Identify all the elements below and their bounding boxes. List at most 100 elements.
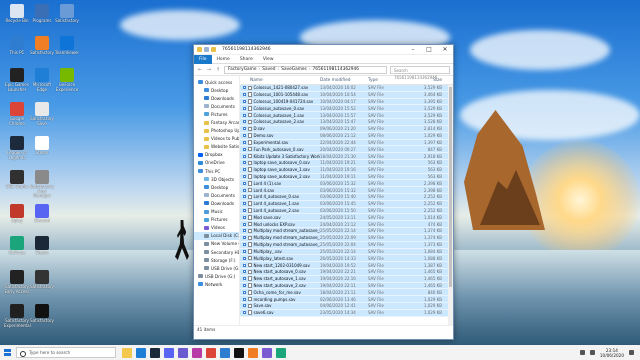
checkbox[interactable] — [243, 106, 246, 110]
breadcrumb-item[interactable]: SaveGames — [281, 67, 307, 72]
sidebar-item[interactable]: Local Disk (C:) — [194, 231, 239, 240]
clock[interactable]: 23:14 10/06/2020 — [600, 348, 624, 358]
desktop-icon[interactable]: OBS Studio — [4, 170, 30, 190]
sidebar-item[interactable]: Documents — [194, 191, 239, 199]
sidebar-item[interactable]: Pictures — [194, 110, 239, 118]
checkbox[interactable] — [243, 100, 246, 104]
sidebar-item[interactable]: Videos — [194, 224, 239, 232]
checkbox[interactable] — [243, 168, 246, 172]
tab-view[interactable]: View — [258, 57, 279, 62]
breadcrumb-item[interactable]: FactoryGame — [228, 67, 257, 72]
sidebar-item[interactable]: Quick access — [194, 78, 239, 86]
desktop-icon[interactable]: Uplay — [4, 204, 30, 224]
file-row[interactable]: Lord 4_autosave_1.sav 03/06/2020 15:45 SAV… — [240, 200, 453, 208]
file-row[interactable]: Experimental.sav 22/04/2020 22:44 SAV File… — [240, 139, 453, 147]
checkbox[interactable] — [243, 236, 246, 240]
file-row[interactable]: Colossus_100419-041724.sav 10/04/2020 04:… — [240, 98, 453, 106]
breadcrumb-item[interactable]: 76561198114362946 — [313, 67, 359, 72]
file-row[interactable]: Mod unlocks EXP.sav 24/04/2020 21:12 SAV F… — [240, 221, 453, 229]
file-row[interactable]: Kibitz Update 3 Satisfactory World (Ep2)… — [240, 153, 453, 160]
desktop-icon[interactable]: TeamViewer — [54, 36, 80, 56]
desktop-icon[interactable]: Steam — [29, 136, 55, 156]
desktop-icon[interactable]: League of Legends — [4, 136, 30, 160]
checkbox[interactable] — [243, 86, 246, 90]
file-row[interactable]: Lord 4_autosave_0.sav 03/06/2020 15:40 SAV… — [240, 194, 453, 201]
checkbox[interactable] — [243, 188, 246, 192]
desktop-icon[interactable]: Microsoft Edge — [29, 68, 55, 92]
breadcrumb-item[interactable]: Saved — [262, 67, 275, 72]
file-row[interactable]: D.sav 09/06/2020 21:20 SAV File 2,814 KB — [240, 125, 453, 133]
file-row[interactable]: Lord 4.sav 03/06/2020 15:32 SAV File 2,398 … — [240, 187, 453, 194]
sidebar-item[interactable]: Desktop — [194, 86, 239, 94]
column-date[interactable]: Date modified — [320, 78, 368, 83]
checkbox[interactable] — [243, 127, 246, 131]
tab-file[interactable]: File — [194, 54, 212, 64]
file-row[interactable]: Colossus_autosave_0.sav 13/04/2020 15:52 S… — [240, 105, 453, 113]
back-arrow-icon[interactable]: ← — [197, 67, 203, 73]
column-type[interactable]: Type — [368, 78, 408, 83]
column-name[interactable]: Name — [240, 78, 320, 83]
tab-share[interactable]: Share — [235, 57, 258, 62]
checkbox[interactable] — [243, 270, 246, 274]
title-bar[interactable]: 76561198114362946 – □ ✕ — [194, 45, 453, 55]
desktop-icon[interactable]: Satisfactory Early Access — [4, 270, 30, 294]
column-size[interactable]: Size — [408, 78, 448, 83]
taskbar-app-icon[interactable] — [164, 347, 174, 358]
taskbar-app-icon[interactable] — [248, 347, 258, 358]
taskbar-app-icon[interactable] — [122, 347, 132, 358]
sidebar-item[interactable]: Secondary HDD (E:) — [194, 248, 239, 256]
file-row[interactable]: Multiplay mod stream_autosave_0.sav25/05… — [240, 228, 453, 235]
sidebar-item[interactable]: Network — [194, 280, 239, 288]
file-row[interactable]: Multiplay mod stream_autosave_1.sav25/05… — [240, 234, 453, 242]
file-row[interactable]: Multiplay mod stream_autosave_2.sav25/05… — [240, 241, 453, 249]
desktop-icon[interactable]: Satisfactory — [29, 270, 55, 290]
checkbox[interactable] — [243, 249, 246, 253]
checkbox[interactable] — [243, 215, 246, 219]
sidebar-item[interactable]: Photoshop Updates — [194, 127, 239, 135]
desktop-icon[interactable]: Steam — [29, 236, 55, 256]
desktop-icon[interactable]: Satisfactory Save — [29, 102, 55, 126]
file-row[interactable]: Demo.sav 08/06/2020 21:12 SAV File 1,029 KB — [240, 132, 453, 140]
sidebar-item[interactable]: USB Drive (G:) — [194, 272, 239, 280]
desktop-icon[interactable]: Recycle Bin — [4, 4, 30, 24]
file-row[interactable]: Colossus_autosave_1.sav 13/04/2020 15:57 S… — [240, 112, 453, 120]
file-row[interactable]: Save.sav 04/06/2020 12:41 SAV File 1,029 KB — [240, 303, 453, 310]
sidebar-item[interactable]: Music — [194, 208, 239, 216]
quick-access-toolbar[interactable] — [194, 47, 216, 52]
checkbox[interactable] — [243, 174, 246, 178]
notifications-icon[interactable] — [629, 350, 634, 355]
checkbox[interactable] — [243, 202, 246, 206]
file-row[interactable]: Multiplay_latest.sav 26/05/2020 14:33 SAV … — [240, 255, 453, 263]
checkbox[interactable] — [243, 243, 246, 247]
file-row[interactable]: laptop save_autosave_2.sav 11/04/2020 19:… — [240, 173, 453, 181]
address-bar[interactable]: FactoryGame › Saved › SaveGames › 765611981… — [224, 65, 387, 74]
checkbox[interactable] — [243, 161, 246, 165]
sidebar-item[interactable]: Downloads — [194, 94, 239, 102]
checkbox[interactable] — [243, 195, 246, 199]
sidebar-item[interactable]: 3D Objects — [194, 175, 239, 183]
start-button[interactable] — [0, 345, 14, 360]
checkbox[interactable] — [243, 297, 246, 301]
taskbar-app-icon[interactable] — [150, 347, 160, 358]
checkbox[interactable] — [243, 120, 246, 124]
file-row[interactable]: Fun Park_autosave_0.sav 20/04/2020 00:27 S… — [240, 146, 453, 154]
checkbox[interactable] — [243, 134, 246, 138]
sidebar-item[interactable]: Videos to Publish — [194, 135, 239, 143]
file-row[interactable]: Lord 4_autosave_2.sav 03/06/2020 15:50 SAV… — [240, 207, 453, 215]
desktop-icon[interactable]: Epic Games Launcher — [4, 68, 30, 92]
file-row[interactable]: recording pumps.sav 02/06/2020 13:46 SAV F… — [240, 296, 453, 303]
file-row[interactable]: New start_autosave_1.sav 19/04/2020 22:16… — [240, 275, 453, 283]
file-row[interactable]: Ocha_come_for_me.sav 18/04/2020 21:11 SAV … — [240, 289, 453, 297]
taskbar-app-icon[interactable] — [192, 347, 202, 358]
sidebar-item[interactable]: Storage (F:) — [194, 256, 239, 264]
desktop-icon[interactable]: Satisfactory Mod Manager — [29, 170, 55, 199]
desktop-icon[interactable]: Satisfactory Experimental — [4, 304, 31, 328]
file-row[interactable]: Colossus_1421-080427.sav 13/04/2020 16:02… — [240, 85, 453, 92]
file-row[interactable]: laptop save_autosave_0.sav 11/04/2020 19:… — [240, 159, 453, 167]
desktop-icon[interactable]: This PC — [4, 36, 30, 56]
file-row[interactable]: laptop save_autosave_1.sav 11/04/2020 19:… — [240, 166, 453, 174]
desktop-icon[interactable]: Discord — [29, 204, 55, 224]
sidebar-item[interactable]: OneDrive — [194, 159, 239, 167]
checkbox[interactable] — [243, 147, 246, 151]
desktop-icon[interactable]: Google Chrome — [4, 102, 30, 126]
